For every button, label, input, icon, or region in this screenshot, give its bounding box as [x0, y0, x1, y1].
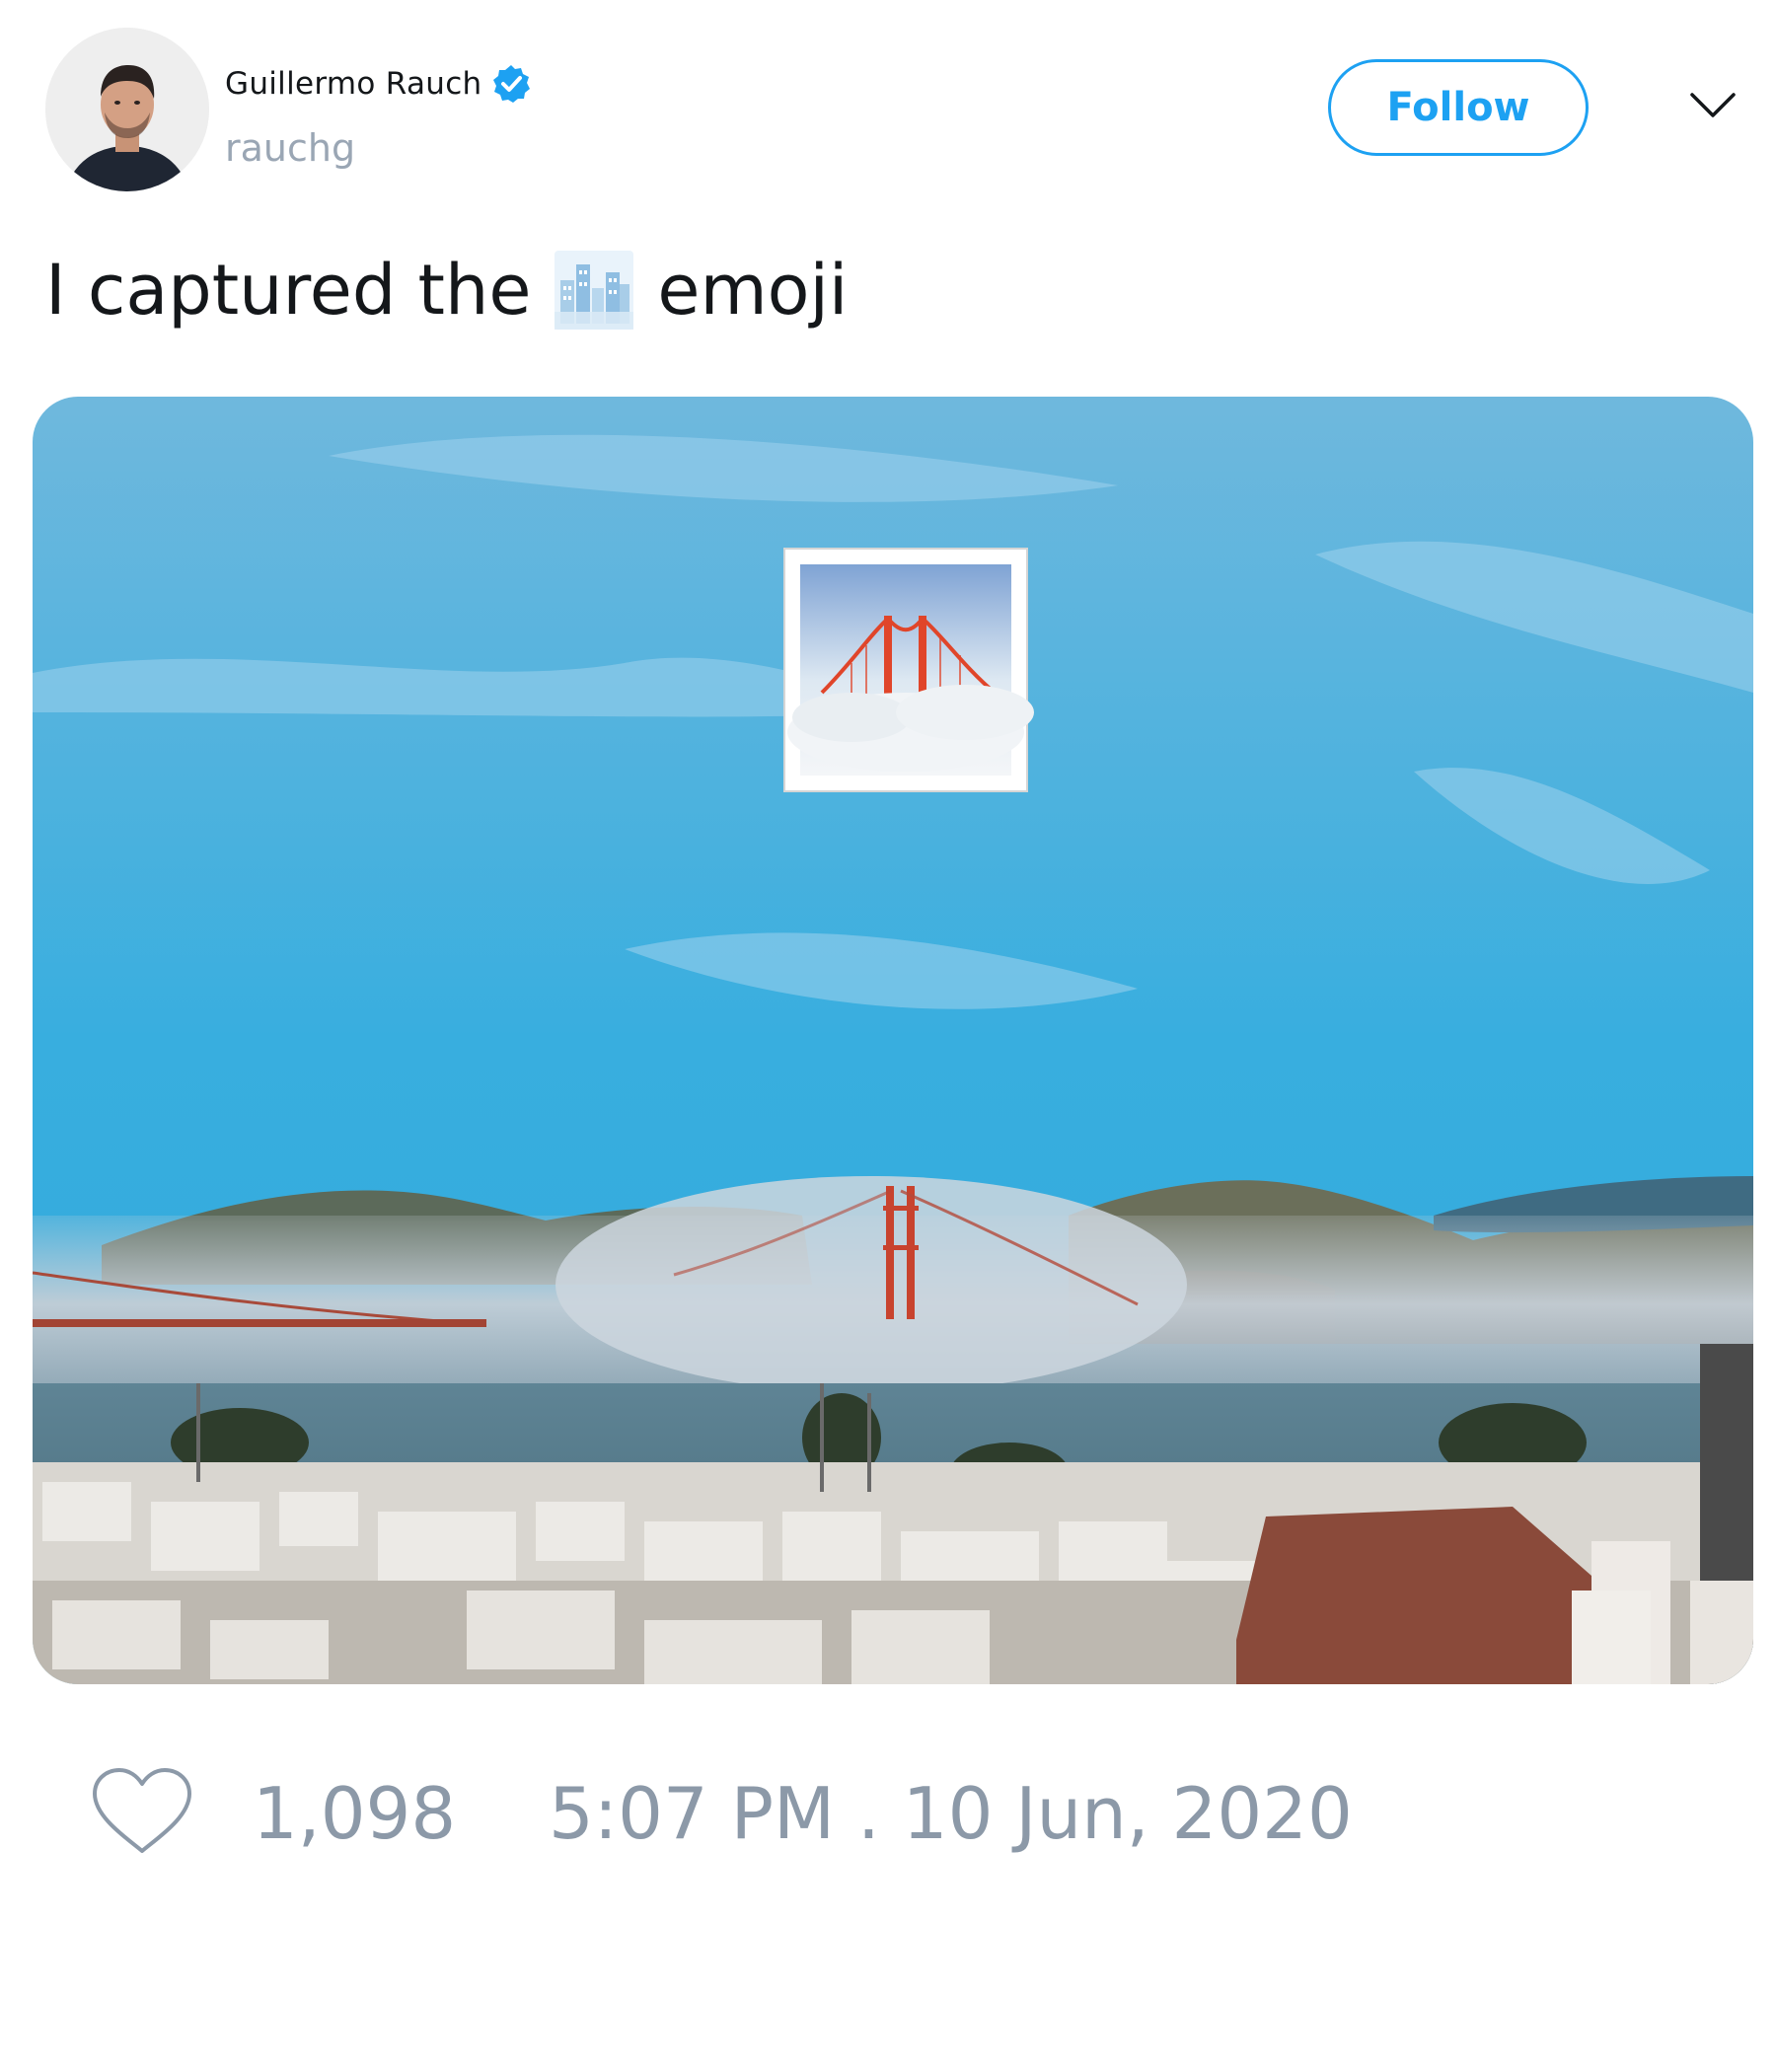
tweet-card: Guillermo Rauch rauchg Follow I captured…	[0, 0, 1776, 2072]
follow-button[interactable]: Follow	[1328, 59, 1589, 156]
author-handle[interactable]: rauchg	[225, 126, 355, 170]
author-display-name[interactable]: Guillermo Rauch	[225, 66, 482, 102]
tweet-text: I captured the emoji	[45, 245, 848, 335]
author-name-row[interactable]: Guillermo Rauch	[225, 61, 532, 107]
tweet-text-before: I captured the	[45, 250, 532, 331]
golden-gate-photo	[33, 397, 1753, 1684]
avatar-image	[45, 28, 209, 191]
heart-outline-icon[interactable]	[89, 1764, 195, 1859]
verified-badge-icon	[490, 63, 532, 105]
avatar[interactable]	[45, 28, 209, 191]
chevron-down-icon[interactable]	[1689, 91, 1737, 120]
tweet-photo[interactable]	[33, 397, 1753, 1684]
timestamp[interactable]: 5:07 PM . 10 Jun, 2020	[549, 1772, 1353, 1855]
tweet-text-after: emoji	[657, 250, 849, 331]
like-count: 1,098	[253, 1772, 457, 1855]
cityscape-emoji-icon	[555, 251, 634, 330]
foggy-bridge-emoji-icon	[783, 548, 1034, 792]
